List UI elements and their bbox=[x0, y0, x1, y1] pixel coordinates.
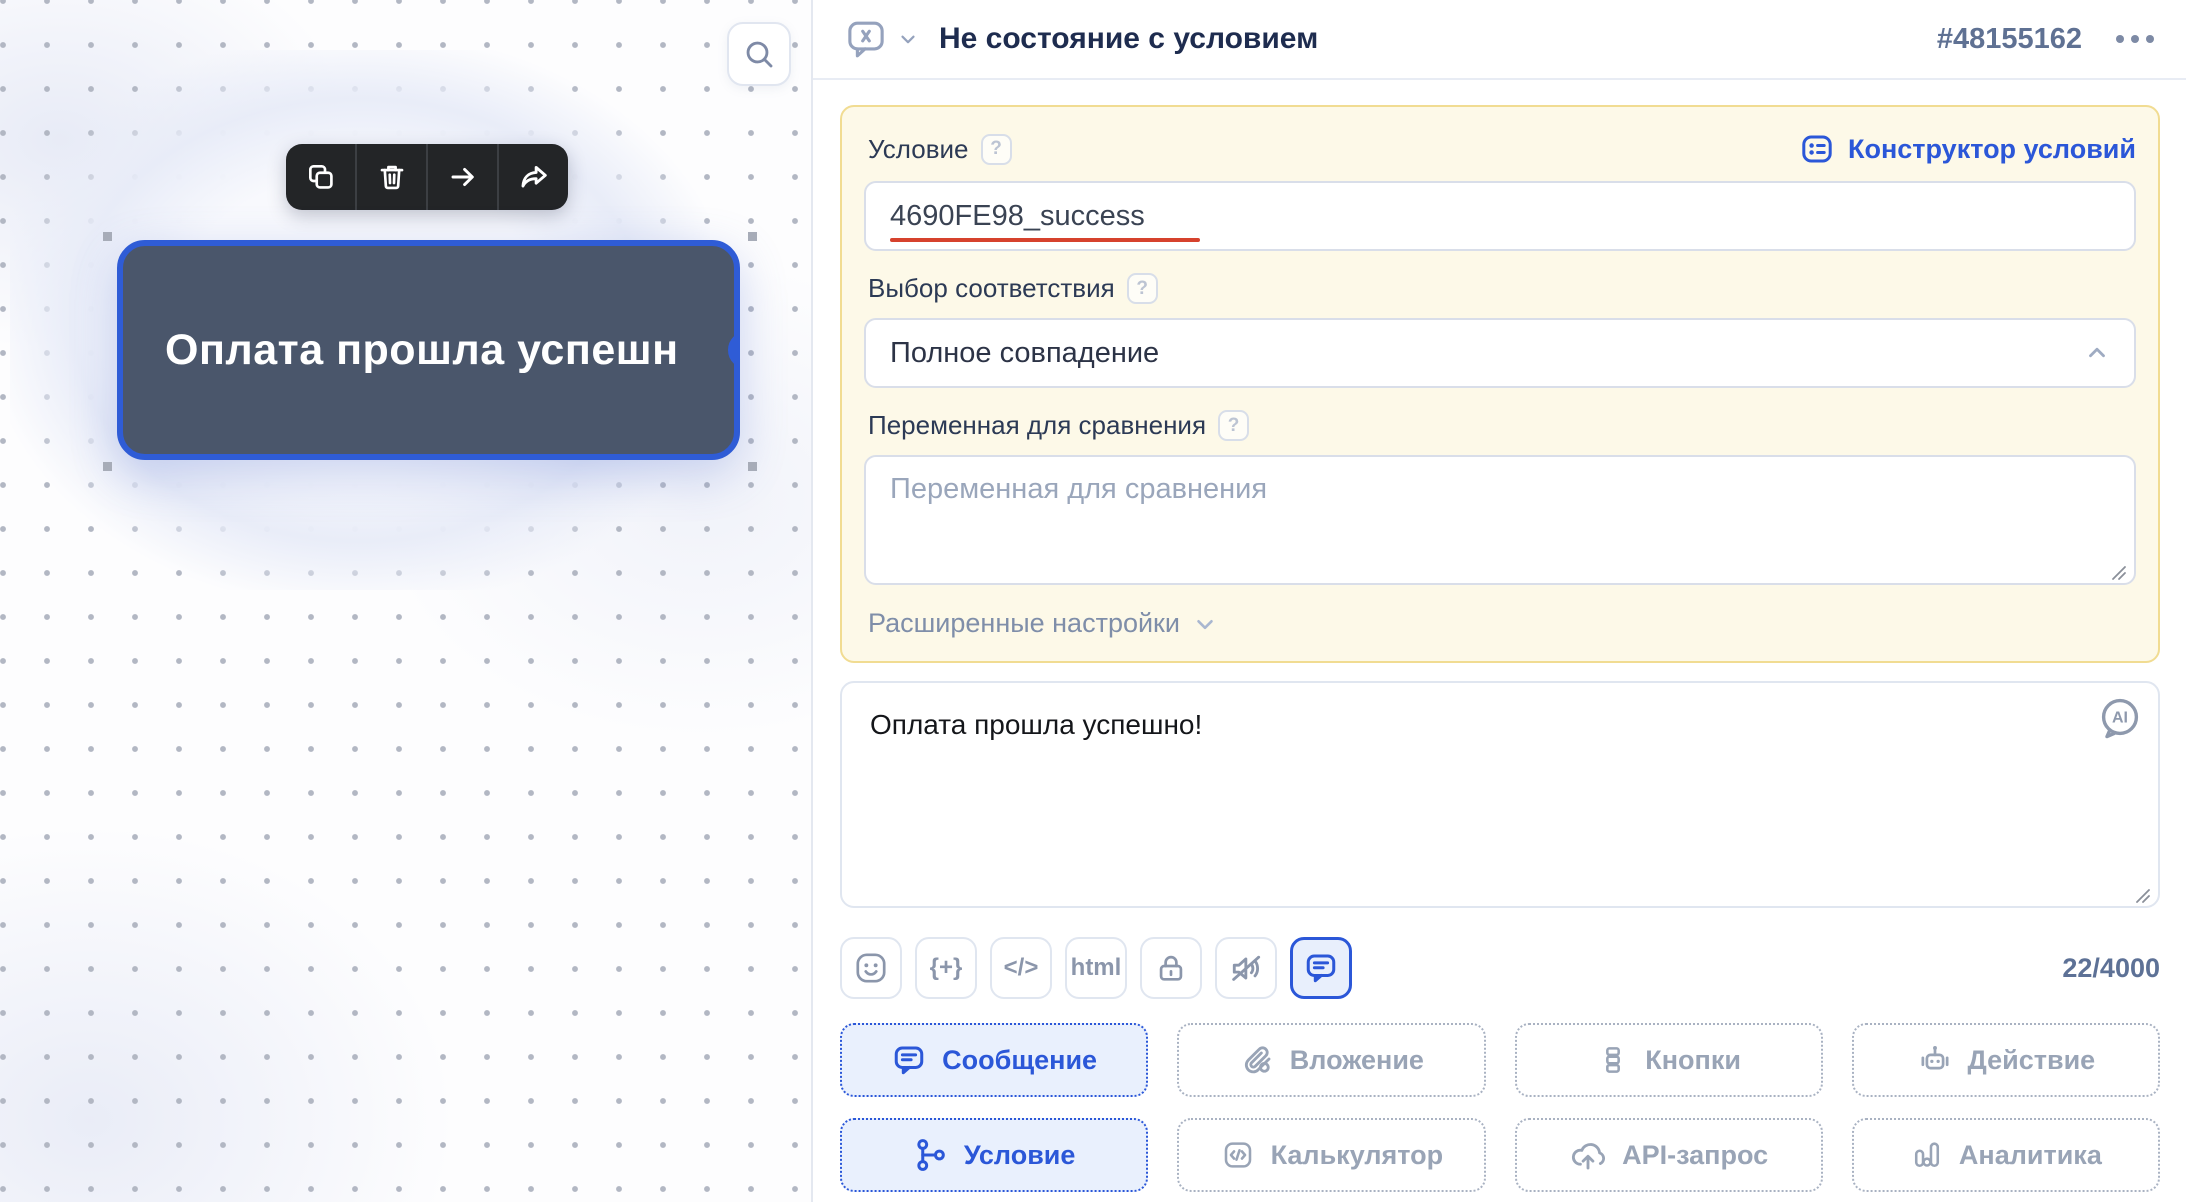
share-icon bbox=[517, 160, 551, 194]
buttons-stack-icon bbox=[1596, 1043, 1630, 1077]
help-icon[interactable]: ? bbox=[1218, 410, 1249, 441]
ai-assistant-icon: AI bbox=[2096, 695, 2144, 743]
svg-text:AI: AI bbox=[2112, 710, 2128, 727]
flow-canvas[interactable]: Оплата прошла успешн bbox=[0, 0, 811, 1202]
lock-icon bbox=[1154, 951, 1188, 985]
flow-builder-app: Оплата прошла успешн bbox=[0, 0, 2186, 1202]
emoji-icon bbox=[853, 950, 889, 986]
block-button-label: Условие bbox=[964, 1140, 1076, 1171]
message-editor: Оплата прошла успешно! AI bbox=[840, 681, 2160, 913]
emoji-button[interactable] bbox=[840, 937, 902, 999]
selection-handle[interactable] bbox=[748, 232, 757, 241]
message-bubble-icon bbox=[891, 1042, 927, 1078]
block-button-label: Кнопки bbox=[1645, 1045, 1741, 1076]
selection-handle[interactable] bbox=[103, 232, 112, 241]
block-button-message[interactable]: Сообщение bbox=[840, 1023, 1148, 1097]
match-label: Выбор соответствия bbox=[868, 273, 1115, 304]
block-button-label: Аналитика bbox=[1959, 1140, 2102, 1171]
cloud-upload-icon bbox=[1569, 1136, 1607, 1174]
block-button-action[interactable]: Действие bbox=[1852, 1023, 2160, 1097]
copy-icon bbox=[305, 161, 337, 193]
block-type-selector[interactable] bbox=[843, 17, 919, 61]
branch-icon bbox=[913, 1137, 949, 1173]
advanced-settings-toggle[interactable]: Расширенные настройки bbox=[868, 608, 1218, 639]
node-toolbar bbox=[286, 144, 568, 210]
canvas-search-button[interactable] bbox=[727, 22, 791, 86]
variable-label-row: Переменная для сравнения ? bbox=[868, 410, 2136, 441]
chevron-up-icon bbox=[2084, 340, 2110, 366]
block-button-condition[interactable]: Условие bbox=[840, 1118, 1148, 1192]
match-select-value: Полное совпадение bbox=[890, 337, 1159, 370]
search-icon bbox=[741, 36, 777, 72]
match-select[interactable]: Полное совпадение bbox=[864, 318, 2136, 388]
variable-label: Переменная для сравнения bbox=[868, 410, 1206, 441]
insert-variable-icon: {+} bbox=[930, 954, 963, 982]
voice-off-icon bbox=[1227, 949, 1265, 987]
block-button-api-request[interactable]: API-запрос bbox=[1515, 1118, 1823, 1192]
chevron-down-icon bbox=[1192, 611, 1218, 637]
condition-constructor-link[interactable]: Конструктор условий bbox=[1799, 131, 2136, 167]
constructor-link-label: Конструктор условий bbox=[1848, 134, 2136, 165]
code-icon: </> bbox=[1004, 954, 1039, 982]
advanced-settings-label: Расширенные настройки bbox=[868, 608, 1180, 639]
insert-variable-button[interactable]: {+} bbox=[915, 937, 977, 999]
selection-handle[interactable] bbox=[103, 462, 112, 471]
block-button-analytics[interactable]: Аналитика bbox=[1852, 1118, 2160, 1192]
block-button-label: Калькулятор bbox=[1271, 1140, 1444, 1171]
block-settings-panel: Не состояние с условием #48155162 Услови… bbox=[811, 0, 2186, 1202]
variable-textarea[interactable] bbox=[864, 455, 2136, 585]
calculator-icon bbox=[1220, 1137, 1256, 1173]
chevron-down-icon bbox=[897, 28, 919, 50]
help-icon[interactable]: ? bbox=[1127, 273, 1158, 304]
ai-assistant-button[interactable]: AI bbox=[2096, 695, 2144, 748]
copy-node-button[interactable] bbox=[286, 144, 355, 210]
arrow-right-icon bbox=[447, 161, 479, 193]
more-menu-icon[interactable] bbox=[2114, 29, 2156, 49]
char-counter: 22/4000 bbox=[2062, 953, 2160, 984]
selection-handle[interactable] bbox=[748, 462, 757, 471]
block-button-attachment[interactable]: Вложение bbox=[1177, 1023, 1485, 1097]
constructor-icon bbox=[1799, 131, 1835, 167]
message-textarea[interactable]: Оплата прошла успешно! bbox=[840, 681, 2160, 908]
node-output-connector[interactable] bbox=[728, 331, 740, 369]
voice-off-button[interactable] bbox=[1215, 937, 1277, 999]
connect-node-button[interactable] bbox=[426, 144, 497, 210]
paperclip-icon bbox=[1239, 1042, 1275, 1078]
block-button-calculator[interactable]: Калькулятор bbox=[1177, 1118, 1485, 1192]
bubble-x-icon bbox=[843, 17, 889, 61]
analytics-icon bbox=[1910, 1138, 1944, 1172]
block-button-buttons[interactable]: Кнопки bbox=[1515, 1023, 1823, 1097]
node-label: Оплата прошла успешн bbox=[165, 326, 679, 375]
condition-card: Условие ? Конструктор условий bbox=[840, 105, 2160, 663]
panel-header: Не состояние с условием #48155162 bbox=[813, 0, 2186, 80]
spellcheck-underline bbox=[890, 238, 1200, 242]
block-button-label: Сообщение bbox=[942, 1045, 1097, 1076]
trash-icon bbox=[376, 161, 408, 193]
block-type-grid: Сообщение Вложение Кнопки bbox=[840, 1023, 2160, 1192]
flow-node-payment-success[interactable]: Оплата прошла успешн bbox=[117, 240, 740, 460]
help-icon[interactable]: ? bbox=[981, 134, 1012, 165]
block-button-label: Действие bbox=[1968, 1045, 2096, 1076]
block-button-label: Вложение bbox=[1290, 1045, 1424, 1076]
condition-label: Условие bbox=[868, 134, 969, 165]
condition-label-row: Условие ? Конструктор условий bbox=[868, 131, 2136, 167]
panel-body: Условие ? Конструктор условий bbox=[813, 80, 2186, 1192]
share-node-button[interactable] bbox=[497, 144, 568, 210]
editor-toolbar: {+} </> html bbox=[840, 937, 2160, 999]
delete-node-button[interactable] bbox=[355, 144, 426, 210]
html-label: html bbox=[1071, 954, 1122, 982]
message-mode-button[interactable] bbox=[1290, 937, 1352, 999]
html-button[interactable]: html bbox=[1065, 937, 1127, 999]
lock-button[interactable] bbox=[1140, 937, 1202, 999]
code-button[interactable]: </> bbox=[990, 937, 1052, 999]
resize-handle-icon[interactable] bbox=[2109, 563, 2129, 583]
action-robot-icon bbox=[1917, 1042, 1953, 1078]
message-bubble-icon bbox=[1303, 950, 1339, 986]
block-id: #48155162 bbox=[1937, 23, 2082, 56]
page-title: Не состояние с условием bbox=[939, 22, 1318, 56]
block-button-label: API-запрос bbox=[1622, 1140, 1768, 1171]
resize-handle-icon[interactable] bbox=[2133, 886, 2153, 906]
match-label-row: Выбор соответствия ? bbox=[868, 273, 2136, 304]
